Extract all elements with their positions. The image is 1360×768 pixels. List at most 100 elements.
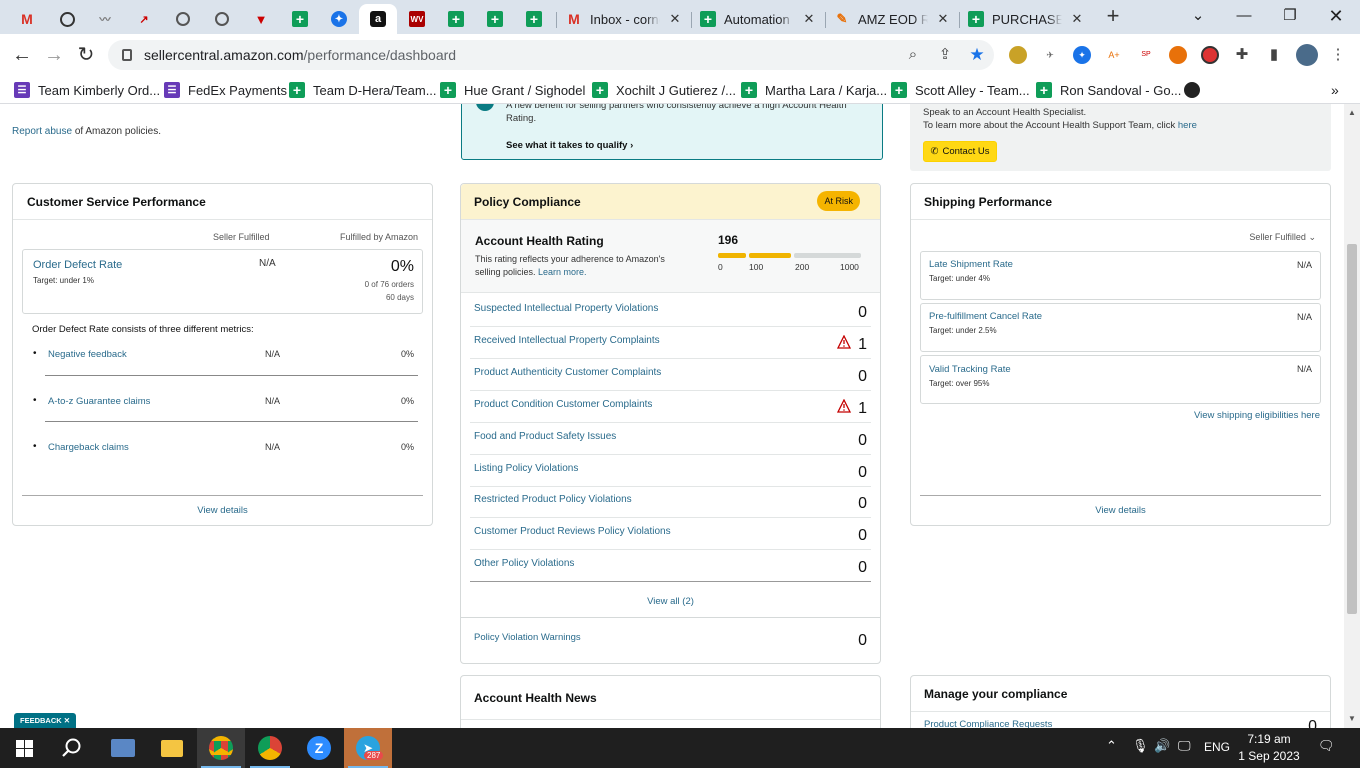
policy-row-label[interactable]: Listing Policy Violations: [474, 463, 578, 474]
bookmark-item[interactable]: + Scott Alley - Team...: [891, 81, 1030, 99]
tab-sheets-pinned-2[interactable]: +: [437, 4, 475, 34]
extension-icon[interactable]: [1169, 46, 1187, 64]
reload-button[interactable]: ↻: [73, 42, 99, 68]
policy-row[interactable]: Product Condition Customer Complaints 1: [470, 391, 871, 423]
extension-icon[interactable]: [1201, 46, 1219, 64]
forward-button[interactable]: →: [41, 42, 67, 68]
tab-pinned-3[interactable]: 〰: [86, 4, 124, 34]
start-button[interactable]: [0, 728, 48, 768]
bookmark-item[interactable]: + Team D-Hera/Team...: [289, 81, 437, 99]
close-icon[interactable]: ✕: [64, 716, 70, 725]
sidepanel-icon[interactable]: ▮: [1265, 46, 1283, 64]
taskbar-chrome[interactable]: [197, 728, 245, 768]
close-icon[interactable]: ✕: [668, 11, 682, 27]
policy-row-label[interactable]: Suspected Intellectual Property Violatio…: [474, 303, 658, 314]
metric-link[interactable]: Negative feedback: [48, 349, 127, 360]
policy-row[interactable]: Other Policy Violations 0: [470, 550, 871, 582]
scroll-up-icon[interactable]: ▲: [1348, 108, 1356, 117]
view-all-link[interactable]: View all (2): [461, 596, 880, 607]
policy-row-label[interactable]: Restricted Product Policy Violations: [474, 494, 632, 505]
back-button[interactable]: ←: [9, 42, 35, 68]
bookmark-item[interactable]: [1184, 81, 1200, 99]
tab-chatgpt-pinned[interactable]: [48, 4, 86, 34]
tab-pinned-11[interactable]: WV: [398, 4, 436, 34]
avatar[interactable]: [1296, 44, 1318, 66]
policy-row-label[interactable]: Product Authenticity Customer Complaints: [474, 367, 661, 378]
tab-sheets-pinned[interactable]: +: [281, 4, 319, 34]
report-abuse-link[interactable]: Report abuse: [12, 126, 72, 137]
bookmark-item[interactable]: + Martha Lara / Karja...: [741, 81, 887, 99]
tab-search-button[interactable]: ⌄: [1184, 4, 1212, 28]
view-details-link[interactable]: View details: [911, 505, 1330, 516]
address-bar[interactable]: sellercentral.amazon.com/performance/das…: [108, 40, 994, 70]
taskbar-file-explorer[interactable]: [148, 728, 196, 768]
policy-row[interactable]: Product Authenticity Customer Complaints…: [470, 359, 871, 391]
bookmark-item[interactable]: + Xochilt J Gutierez /...: [592, 81, 736, 99]
policy-row-label[interactable]: Received Intellectual Property Complaint…: [474, 335, 660, 346]
policy-row[interactable]: Suspected Intellectual Property Violatio…: [470, 295, 871, 327]
tab-amazon-active[interactable]: a: [359, 4, 397, 34]
shipping-row-link[interactable]: Late Shipment Rate: [929, 259, 1013, 270]
menu-icon[interactable]: ⋮: [1329, 46, 1347, 64]
tab-pinned-7[interactable]: ▼: [242, 4, 280, 34]
shipping-row-link[interactable]: Pre-fulfillment Cancel Rate: [929, 311, 1042, 322]
policy-row-label[interactable]: Customer Product Reviews Policy Violatio…: [474, 526, 671, 537]
tab-purchase[interactable]: + PURCHASE T ✕: [960, 4, 1092, 34]
policy-row-label[interactable]: Food and Product Safety Issues: [474, 431, 616, 442]
learn-more-link[interactable]: Learn more.: [538, 267, 587, 277]
bookmark-item[interactable]: + Ron Sandoval - Go...: [1036, 81, 1181, 99]
bookmark-item[interactable]: ☰ Team Kimberly Ord...: [14, 81, 160, 99]
clock[interactable]: 7:19 am 1 Sep 2023: [1238, 731, 1300, 765]
policy-row-label[interactable]: Product Condition Customer Complaints: [474, 399, 652, 410]
shipping-eligibility-link[interactable]: View shipping eligibilities here: [1194, 410, 1320, 421]
microphone-icon[interactable]: 🎙: [1132, 738, 1149, 754]
volume-icon[interactable]: 🔊: [1154, 738, 1170, 754]
minimize-button[interactable]: —: [1230, 4, 1258, 28]
network-icon[interactable]: 🖵: [1178, 738, 1191, 754]
view-details-link[interactable]: View details: [13, 505, 432, 516]
extension-icon[interactable]: A+: [1105, 46, 1123, 64]
bookmark-item[interactable]: + Hue Grant / Sighodel: [440, 81, 585, 99]
bookmark-star-icon[interactable]: ★: [968, 46, 986, 64]
contact-us-button[interactable]: ✆ Contact Us: [923, 141, 997, 162]
odr-link[interactable]: Order Defect Rate: [33, 259, 122, 271]
language-indicator[interactable]: ENG: [1204, 740, 1230, 754]
share-icon[interactable]: ⇪: [936, 46, 954, 64]
fulfillment-filter-dropdown[interactable]: Seller Fulfilled ⌄: [1249, 232, 1316, 243]
metric-link[interactable]: Chargeback claims: [48, 442, 129, 453]
policy-row[interactable]: Customer Product Reviews Policy Violatio…: [470, 518, 871, 550]
feedback-tab[interactable]: FEEDBACK ✕: [14, 713, 77, 728]
tab-amz-eod[interactable]: ✎ AMZ EOD Re ✕: [826, 4, 958, 34]
close-icon[interactable]: ✕: [802, 11, 816, 27]
page-scrollbar[interactable]: ▲ ▼: [1344, 104, 1360, 728]
extension-icon[interactable]: SP: [1137, 46, 1155, 64]
bookmark-item[interactable]: ☰ FedEx Payments: [164, 81, 287, 99]
new-tab-button[interactable]: +: [1103, 5, 1123, 28]
extension-icon[interactable]: ✦: [1073, 46, 1091, 64]
scrollbar-thumb[interactable]: [1347, 244, 1357, 614]
taskbar-telegram[interactable]: ➤ 287: [344, 728, 392, 768]
search-icon[interactable]: ⌕: [904, 46, 922, 64]
policy-warnings-link[interactable]: Policy Violation Warnings: [474, 632, 581, 643]
puzzle-icon[interactable]: ✚: [1233, 46, 1251, 64]
window-close-button[interactable]: ✕: [1322, 4, 1350, 28]
extension-icon[interactable]: [1009, 46, 1027, 64]
tab-automation[interactable]: + Automation ✕: [692, 4, 824, 34]
tab-pinned-4[interactable]: ↗: [125, 4, 163, 34]
taskbar-app[interactable]: [99, 728, 147, 768]
close-icon[interactable]: ✕: [936, 11, 950, 27]
tab-pinned-9[interactable]: ✦: [320, 4, 358, 34]
tab-pinned-6[interactable]: [203, 4, 241, 34]
scroll-down-icon[interactable]: ▼: [1348, 714, 1356, 723]
notifications-icon[interactable]: 🗨: [1318, 738, 1335, 754]
shipping-row-link[interactable]: Valid Tracking Rate: [929, 364, 1011, 375]
show-hidden-icons-button[interactable]: ⌃: [1106, 738, 1117, 754]
tab-inbox[interactable]: M Inbox - corne ✕: [558, 4, 690, 34]
policy-row[interactable]: Received Intellectual Property Complaint…: [470, 327, 871, 359]
tab-gmail-pinned[interactable]: M: [8, 4, 46, 34]
close-icon[interactable]: ✕: [1070, 11, 1084, 27]
restore-button[interactable]: ❐: [1276, 4, 1304, 28]
support-here-link[interactable]: here: [1178, 120, 1197, 131]
tab-sheets-pinned-4[interactable]: +: [515, 4, 553, 34]
policy-row-label[interactable]: Other Policy Violations: [474, 558, 574, 569]
